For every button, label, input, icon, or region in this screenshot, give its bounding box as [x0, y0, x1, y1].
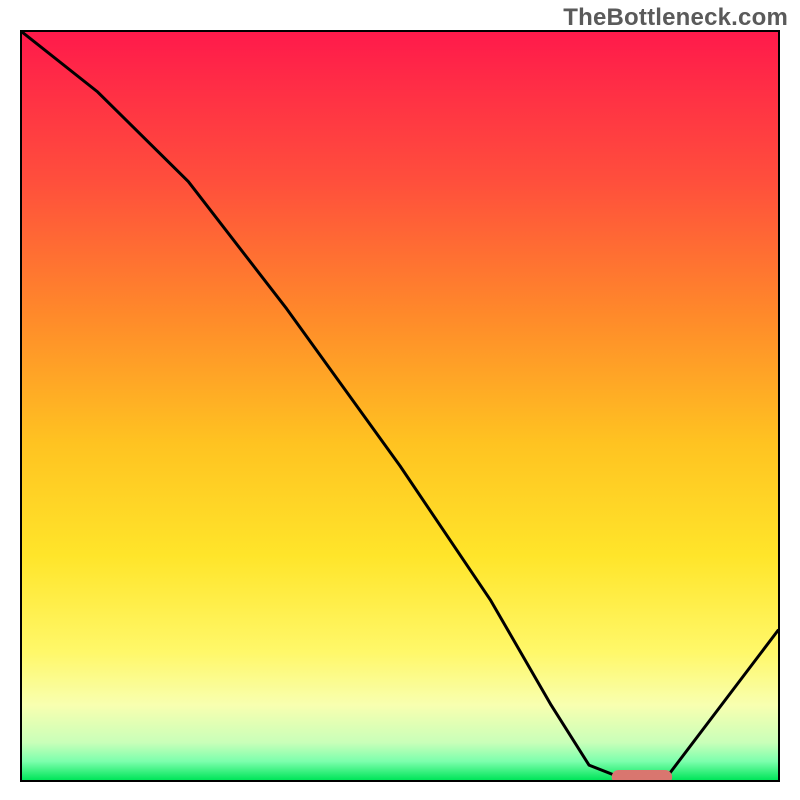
optimal-range-marker	[612, 770, 672, 780]
plot-area	[20, 30, 780, 782]
chart-svg	[22, 32, 778, 780]
watermark-text: TheBottleneck.com	[563, 4, 788, 32]
gradient-background	[22, 32, 778, 780]
chart-frame: TheBottleneck.com	[0, 0, 800, 800]
